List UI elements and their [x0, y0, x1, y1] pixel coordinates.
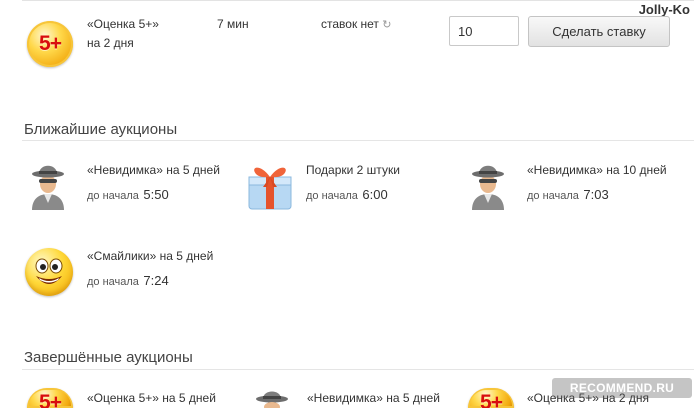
- badge-5-plus-icon: 5+: [468, 388, 514, 408]
- top-divider: [22, 0, 694, 1]
- start-time: 7:03: [583, 187, 609, 202]
- auction-name: «Оценка 5+»: [87, 17, 159, 31]
- spy-icon: [256, 391, 288, 408]
- spy-icon: [472, 165, 504, 210]
- upcoming-item-name[interactable]: Подарки 2 штуки: [306, 163, 400, 178]
- upcoming-item-name[interactable]: «Невидимка» на 10 дней: [527, 163, 667, 178]
- start-label: до начала: [527, 190, 579, 202]
- start-time: 6:00: [362, 187, 388, 202]
- bid-amount-input[interactable]: [449, 16, 519, 46]
- upcoming-item-start: до начала 7:24: [87, 272, 169, 290]
- refresh-icon[interactable]: ↻: [382, 19, 391, 31]
- badge-label: 5+: [39, 32, 62, 55]
- place-bid-button[interactable]: Сделать ставку: [528, 16, 670, 47]
- section-divider: [22, 369, 694, 370]
- smiley-face: [35, 258, 63, 284]
- finished-section-title: Завершённые аукционы: [24, 349, 193, 366]
- auction-time-left: 7 мин: [217, 17, 249, 31]
- smiley-icon: [25, 248, 73, 296]
- badge-label: 5+: [39, 391, 62, 408]
- section-divider: [22, 140, 694, 141]
- start-label: до начала: [87, 276, 139, 288]
- upcoming-item-name[interactable]: «Невидимка» на 5 дней: [87, 163, 220, 178]
- bid-status: ставок нет ↻: [321, 17, 392, 33]
- watermark-site: RECOMMEND.RU: [552, 378, 692, 398]
- auction-duration: на 2 дня: [87, 36, 134, 50]
- start-time: 5:50: [143, 187, 169, 202]
- badge-5-plus-icon: 5+: [27, 388, 73, 408]
- start-label: до начала: [306, 190, 358, 202]
- upcoming-item-start: до начала 6:00: [306, 186, 388, 204]
- spy-icon: [32, 165, 64, 210]
- upcoming-section-title: Ближайшие аукционы: [24, 121, 178, 138]
- badge-5-plus-icon: 5+: [27, 21, 73, 67]
- start-label: до начала: [87, 190, 139, 202]
- bid-status-text: ставок нет: [321, 17, 379, 31]
- badge-label: 5+: [480, 391, 503, 408]
- upcoming-item-name[interactable]: «Смайлики» на 5 дней: [87, 249, 213, 264]
- gift-icon: [248, 167, 292, 210]
- upcoming-item-start: до начала 5:50: [87, 186, 169, 204]
- start-time: 7:24: [143, 273, 169, 288]
- watermark-username: Jolly-Ko: [638, 2, 690, 17]
- upcoming-item-start: до начала 7:03: [527, 186, 609, 204]
- finished-item-name[interactable]: «Оценка 5+» на 5 дней: [87, 391, 216, 406]
- finished-item-name[interactable]: «Невидимка» на 5 дней: [307, 391, 440, 406]
